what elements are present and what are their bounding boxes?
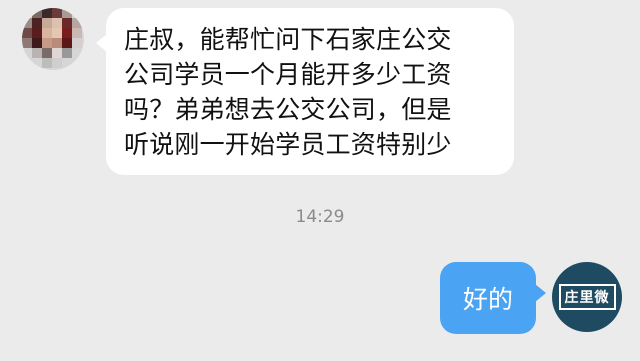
message-line: 听说刚一开始学员工资特别少: [124, 130, 452, 159]
brand-logo-avatar-icon: 庄里微: [558, 284, 616, 310]
outgoing-message-bubble[interactable]: 好的: [440, 262, 546, 334]
brand-avatar[interactable]: 庄里微: [552, 262, 622, 332]
user-avatar[interactable]: [22, 8, 84, 70]
message-line: 庄叔，能帮忙问下石家庄公交: [124, 25, 452, 54]
incoming-message: 庄叔，能帮忙问下石家庄公交 公司学员一个月能开多少工资 吗？弟弟想去公交公司，但…: [22, 8, 514, 175]
message-line: 吗？弟弟想去公交公司，但是: [124, 95, 452, 124]
outgoing-message: 好的 庄里微: [440, 262, 622, 334]
outgoing-message-text: 好的: [462, 285, 513, 314]
message-line: 公司学员一个月能开多少工资: [124, 60, 452, 89]
message-timestamp: 14:29: [295, 207, 345, 227]
incoming-message-bubble[interactable]: 庄叔，能帮忙问下石家庄公交 公司学员一个月能开多少工资 吗？弟弟想去公交公司，但…: [96, 8, 514, 175]
